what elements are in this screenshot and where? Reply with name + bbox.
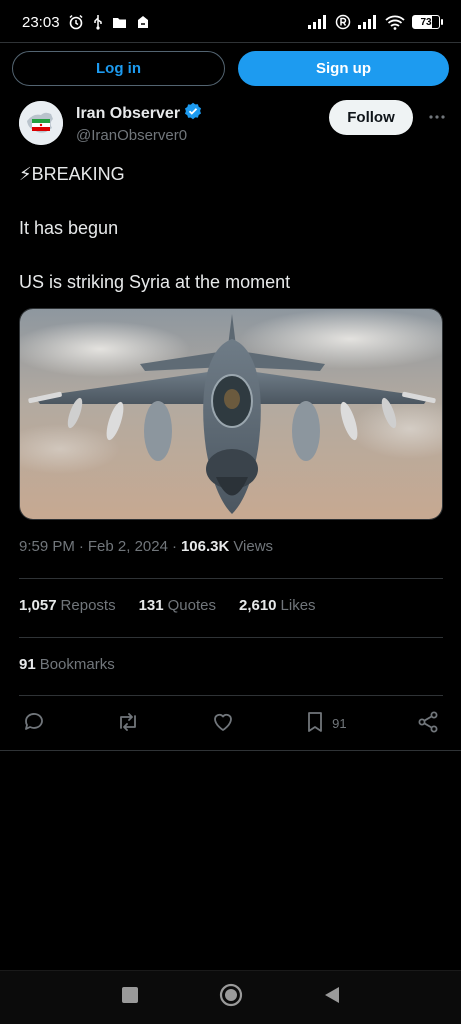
reply-button[interactable]	[22, 710, 46, 737]
quotes-label: Quotes	[167, 597, 216, 614]
tweet-date[interactable]: Feb 2, 2024	[88, 538, 168, 555]
fighter-jet-image	[20, 309, 442, 519]
bookmarks-label: Bookmarks	[39, 656, 115, 673]
tweet-author: Iran Observer @IranObserver0 Follow	[19, 100, 449, 146]
tweet-line-striking: US is striking Syria at the moment	[19, 272, 291, 292]
status-right: 73	[308, 14, 443, 30]
divider	[19, 578, 443, 579]
likes-stat[interactable]: 2,610 Likes	[239, 597, 316, 614]
quotes-stat[interactable]: 131 Quotes	[139, 597, 216, 614]
share-button[interactable]	[416, 710, 440, 737]
alarm-icon	[68, 14, 84, 30]
avatar[interactable]	[19, 101, 63, 145]
status-time: 23:03	[22, 13, 60, 31]
recents-icon[interactable]	[121, 986, 139, 1009]
divider	[19, 695, 443, 696]
likes-label: Likes	[280, 597, 316, 614]
reposts-stat[interactable]: 1,057 Reposts	[19, 597, 116, 614]
tweet-actions: 91	[22, 708, 440, 738]
meta-separator: ·	[171, 538, 177, 555]
like-icon	[211, 710, 235, 737]
reposts-count: 1,057	[19, 597, 57, 614]
meta-separator: ·	[78, 538, 84, 555]
more-icon[interactable]	[425, 105, 449, 129]
tweet-time[interactable]: 9:59 PM	[19, 538, 75, 555]
tweet-media-image[interactable]	[19, 308, 443, 520]
login-button[interactable]: Log in	[12, 51, 225, 86]
bookmarks-count: 91	[19, 656, 36, 673]
wifi-icon	[385, 15, 405, 30]
auth-row: Log in Sign up	[12, 51, 449, 86]
tweet-text: ⚡BREAKING It has begun US is striking Sy…	[19, 162, 439, 294]
quotes-count: 131	[138, 597, 164, 614]
status-left: 23:03	[22, 14, 151, 31]
roaming-icon	[335, 14, 351, 30]
battery-level: 73	[412, 15, 440, 29]
author-handle[interactable]: @IranObserver0	[76, 127, 202, 144]
reply-icon	[22, 710, 46, 737]
tweet-line-begun: It has begun	[19, 218, 119, 238]
author-name[interactable]: Iran Observer	[76, 105, 180, 123]
usb-icon	[92, 14, 104, 30]
top-divider	[0, 42, 461, 43]
battery-icon: 73	[412, 15, 443, 29]
author-name-row: Iran Observer	[76, 102, 202, 125]
back-icon[interactable]	[323, 985, 341, 1010]
likes-count: 2,610	[238, 597, 277, 614]
folder-icon	[112, 16, 127, 29]
views-count: 106.3K	[180, 538, 230, 555]
bookmarks-stat[interactable]: 91 Bookmarks	[19, 656, 115, 673]
tweet-meta: 9:59 PM · Feb 2, 2024 · 106.3K Views	[19, 538, 273, 555]
bookmark-button[interactable]: 91	[304, 710, 347, 737]
share-icon	[416, 710, 440, 737]
follow-button[interactable]: Follow	[329, 100, 413, 135]
bookmark-action-count: 91	[332, 715, 347, 731]
system-nav-bar	[0, 970, 461, 1024]
app-notification-icon	[135, 14, 151, 30]
repost-button[interactable]	[115, 710, 141, 737]
reposts-label: Reposts	[60, 597, 116, 614]
tweet-line-breaking: ⚡BREAKING	[19, 164, 125, 184]
home-icon[interactable]	[219, 983, 243, 1012]
divider	[0, 750, 461, 751]
divider	[19, 637, 443, 638]
bookmark-icon	[304, 710, 326, 737]
signup-button[interactable]: Sign up	[238, 51, 449, 86]
repost-icon	[115, 710, 141, 737]
like-button[interactable]	[211, 710, 235, 737]
author-text: Iran Observer @IranObserver0	[76, 102, 202, 144]
tweet-stats: 1,057 Reposts 131 Quotes 2,610 Likes	[19, 597, 316, 614]
status-bar: 23:03 73	[0, 0, 461, 44]
signal-icon	[308, 15, 328, 29]
signal-2-icon	[358, 15, 378, 29]
views-label: Views	[233, 538, 274, 555]
verified-badge-icon	[184, 102, 202, 125]
